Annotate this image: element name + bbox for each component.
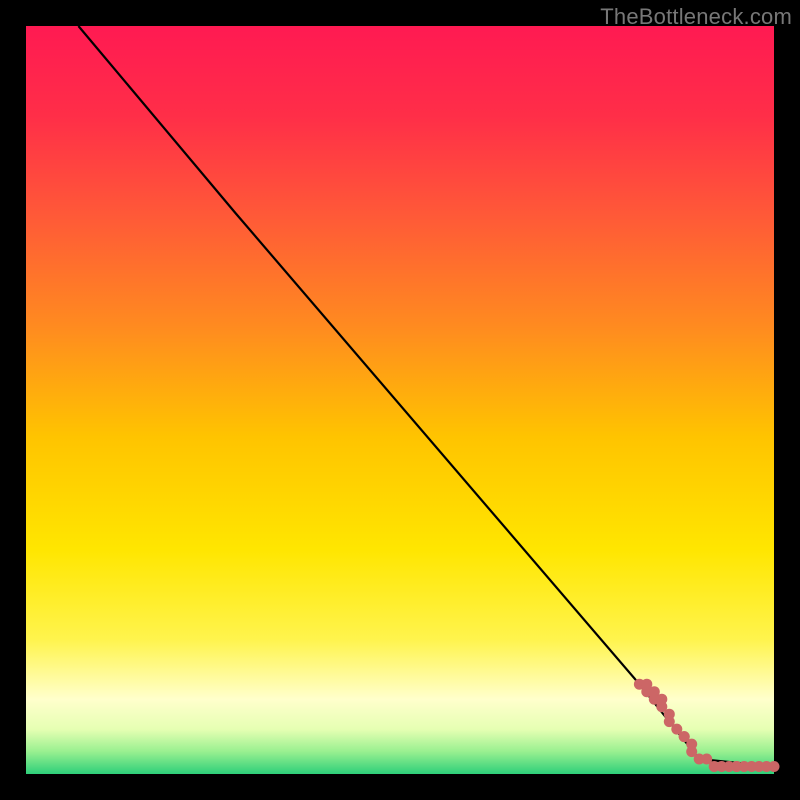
chart-frame: TheBottleneck.com: [0, 0, 800, 800]
chart-svg: [26, 26, 774, 774]
plot-area: [26, 26, 774, 774]
data-marker: [769, 761, 780, 772]
gradient-background: [26, 26, 774, 774]
